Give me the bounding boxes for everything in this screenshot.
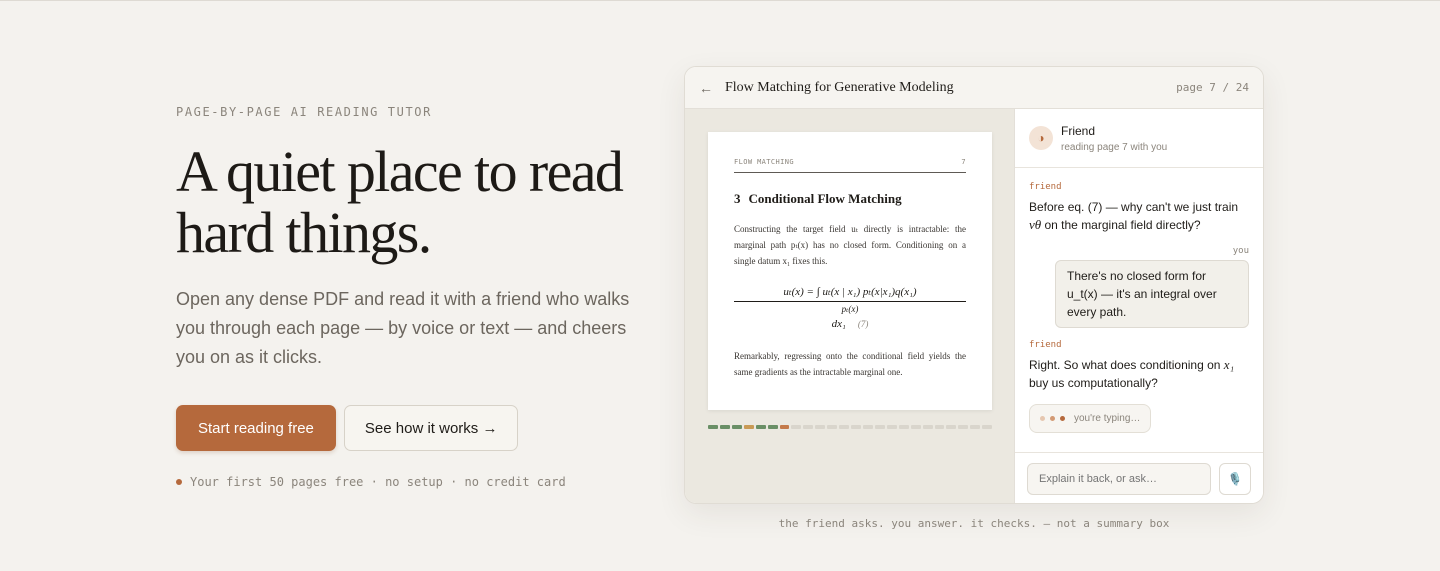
progress-segment[interactable] [958, 425, 969, 429]
window-header: ← Flow Matching for Generative Modeling … [685, 67, 1263, 109]
progress-segment[interactable] [803, 425, 814, 429]
friend-avatar-icon: ◑ [1029, 126, 1053, 150]
progress-segment[interactable] [862, 425, 873, 429]
reading-progress-bar [708, 425, 993, 429]
equation-differential: dx₁ [831, 318, 846, 330]
free-pages-note: Your first 50 pages free · no setup · no… [176, 475, 646, 489]
lede: Open any dense PDF and read it with a fr… [176, 289, 630, 367]
equation-denominator: pₜ(x) [841, 304, 859, 314]
friend-name: Friend [1061, 123, 1096, 138]
equation-tag: (7) [857, 319, 869, 329]
math-symbol: x₁ [1223, 357, 1235, 372]
equation: uₜ(x) = ∫ uₜ(x | x₁) pₜ(x|x₁)q(x₁) pₜ(x)… [734, 285, 966, 332]
section-heading: 3 Conditional Flow Matching [734, 191, 966, 207]
friend-message: Right. So what does conditioning on x₁ b… [1029, 356, 1249, 392]
typing-dot-icon [1060, 416, 1065, 421]
progress-segment[interactable] [791, 425, 802, 429]
speaker-label: you [1232, 246, 1249, 256]
progress-segment[interactable] [708, 425, 718, 429]
message-list: friend Before eq. (7) — why can't we jus… [1015, 168, 1263, 452]
hero-section: PAGE-BY-PAGE AI READING TUTOR A quiet pl… [176, 105, 646, 489]
friend-status: reading page 7 with you [1061, 141, 1168, 153]
progress-segment[interactable] [910, 425, 921, 429]
progress-segment[interactable] [922, 425, 933, 429]
progress-segment[interactable] [982, 425, 993, 429]
cta-group: Start reading free See how it works → [176, 405, 646, 451]
friend-message: Before eq. (7) — why can't we just train… [1029, 198, 1249, 234]
composer: 🎙️ [1015, 452, 1263, 503]
running-head: FLOW MATCHING 7 [734, 158, 966, 173]
note-text: Your first 50 pages free · no setup · no… [190, 475, 566, 489]
progress-segment[interactable] [898, 425, 909, 429]
message-text: buy us computationally? [1029, 376, 1158, 390]
bullet-dot-icon [176, 479, 182, 485]
progress-segment[interactable] [755, 425, 766, 429]
progress-segment[interactable] [767, 425, 778, 429]
user-message-row: There's no closed form for u_t(x) — it's… [1029, 260, 1249, 328]
window-body: FLOW MATCHING 7 3 Conditional Flow Matchi… [685, 109, 1263, 503]
headline-line-1: A quiet place to read [176, 139, 624, 204]
speaker-label: friend [1029, 340, 1062, 350]
progress-segment[interactable] [827, 425, 838, 429]
headline-line-2: hard things. [176, 200, 432, 265]
progress-segment[interactable] [779, 425, 790, 429]
equation-tail: dx₁ (7) [734, 316, 966, 332]
user-message: There's no closed form for u_t(x) — it's… [1055, 260, 1249, 328]
microphone-icon: 🎙️ [1227, 471, 1243, 486]
document-title: Flow Matching for Generative Modeling [725, 79, 954, 95]
paragraph-2: Remarkably, regressing onto the conditio… [734, 351, 966, 377]
progress-segment[interactable] [815, 425, 826, 429]
equation-numerator: uₜ(x) = ∫ uₜ(x | x₁) pₜ(x|x₁)q(x₁) [734, 285, 966, 302]
preview-caption: the friend asks. you answer. it checks. … [778, 517, 1170, 530]
message-text: on the marginal field directly? [1041, 218, 1201, 232]
progress-segment[interactable] [886, 425, 897, 429]
section-title: Conditional Flow Matching [748, 191, 902, 206]
message-input[interactable] [1027, 462, 1211, 495]
progress-segment[interactable] [934, 425, 945, 429]
progress-segment[interactable] [731, 425, 742, 429]
progress-segment[interactable] [851, 425, 861, 429]
reader-pane: FLOW MATCHING 7 3 Conditional Flow Matchi… [685, 109, 1015, 503]
start-reading-button[interactable]: Start reading free [176, 405, 336, 451]
progress-segment[interactable] [970, 425, 981, 429]
tutor-chat-panel: ◑ Friend reading page 7 with you friend … [1015, 109, 1263, 503]
pdf-page: FLOW MATCHING 7 3 Conditional Flow Matchi… [708, 132, 992, 410]
speaker-label: friend [1029, 182, 1062, 192]
progress-segment[interactable] [874, 425, 885, 429]
paragraph-1: Constructing the target field uₜ directl… [734, 224, 966, 266]
running-head-title: FLOW MATCHING [734, 158, 794, 166]
see-how-it-works-button[interactable]: See how it works → [343, 405, 519, 451]
section-number: 3 [734, 191, 741, 206]
progress-segment[interactable] [719, 425, 730, 429]
progress-segment[interactable] [743, 425, 754, 429]
friend-info: Friend reading page 7 with you [1061, 124, 1167, 153]
typing-label: you're typing… [1074, 413, 1141, 424]
progress-segment[interactable] [839, 425, 850, 429]
math-symbol: vθ [1029, 217, 1042, 232]
back-arrow-icon[interactable]: ← [699, 80, 725, 96]
page-indicator: page 7 / 24 [1176, 81, 1249, 94]
microphone-button[interactable]: 🎙️ [1219, 462, 1251, 495]
typing-dot-icon [1050, 416, 1055, 421]
chat-header: ◑ Friend reading page 7 with you [1015, 109, 1263, 168]
progress-segment[interactable] [946, 425, 957, 429]
headline: A quiet place to read hard things. [176, 141, 646, 263]
typing-indicator: you're typing… [1029, 404, 1152, 433]
running-head-page: 7 [961, 158, 966, 166]
eyebrow: PAGE-BY-PAGE AI READING TUTOR [176, 105, 432, 119]
message-text: Right. So what does conditioning on [1029, 358, 1224, 372]
message-text: Before eq. (7) — why can't we just train [1029, 200, 1239, 214]
app-preview-window: ← Flow Matching for Generative Modeling … [684, 66, 1264, 504]
typing-dot-icon [1040, 416, 1045, 421]
